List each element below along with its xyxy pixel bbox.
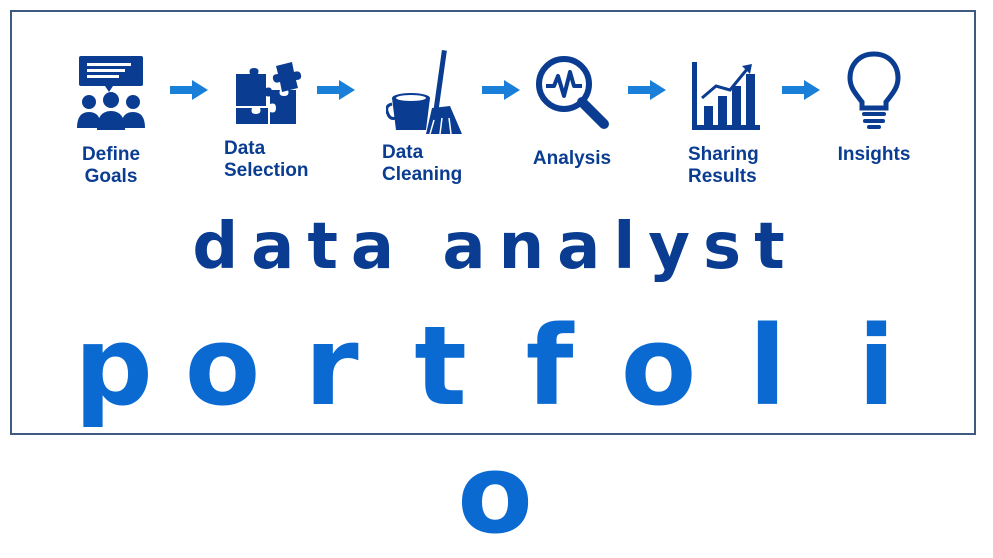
subheadline-letter: t	[414, 302, 467, 430]
subheadline-letter: o	[184, 302, 261, 430]
step-label-line1: Data	[224, 138, 266, 159]
subheadline-letter: f	[525, 302, 574, 430]
step-data-cleaning: Data Cleaning	[372, 48, 482, 186]
presentation-team-icon	[77, 56, 145, 130]
step-label-line1: Insights	[837, 144, 911, 165]
arrow-right-icon	[317, 80, 355, 100]
step-label-line2: Cleaning	[382, 164, 463, 185]
subheadline-letter: i	[857, 302, 896, 430]
subheadline-letter: l	[748, 302, 787, 430]
lightbulb-icon	[847, 51, 901, 129]
banner-frame: Define Goals Data Selection Data Cleanin…	[10, 10, 976, 558]
subheadline-letter: o	[457, 430, 533, 558]
subheadline-letter: o	[620, 302, 697, 430]
step-data-selection: Data Selection	[224, 60, 334, 182]
arrow-right-icon	[782, 80, 820, 100]
step-label-line2: Selection	[224, 160, 309, 181]
puzzle-pieces-icon	[236, 62, 302, 124]
step-label-line1: Sharing	[688, 144, 759, 165]
step-label-line1: Data	[382, 142, 424, 163]
step-analysis: Analysis	[522, 54, 622, 170]
bar-chart-growth-icon	[692, 62, 760, 130]
subheadline-letter: p	[74, 302, 153, 430]
step-insights: Insights	[824, 50, 924, 166]
headline-text: data analyst	[192, 210, 798, 284]
step-define-goals: Define Goals	[72, 54, 150, 188]
magnifier-pulse-icon	[536, 56, 609, 129]
step-label-line2: Goals	[84, 166, 138, 187]
step-label-line1: Analysis	[532, 148, 612, 169]
arrow-right-icon	[482, 80, 520, 100]
step-label-line1: Define	[81, 144, 141, 165]
subheadline-text: p o r t f o l io	[12, 302, 978, 558]
arrow-right-icon	[170, 80, 208, 100]
bucket-broom-icon	[386, 49, 462, 135]
arrow-right-icon	[628, 80, 666, 100]
step-sharing-results: Sharing Results	[680, 62, 790, 188]
step-label-line2: Results	[688, 166, 757, 187]
subheadline-letter: r	[304, 302, 359, 430]
